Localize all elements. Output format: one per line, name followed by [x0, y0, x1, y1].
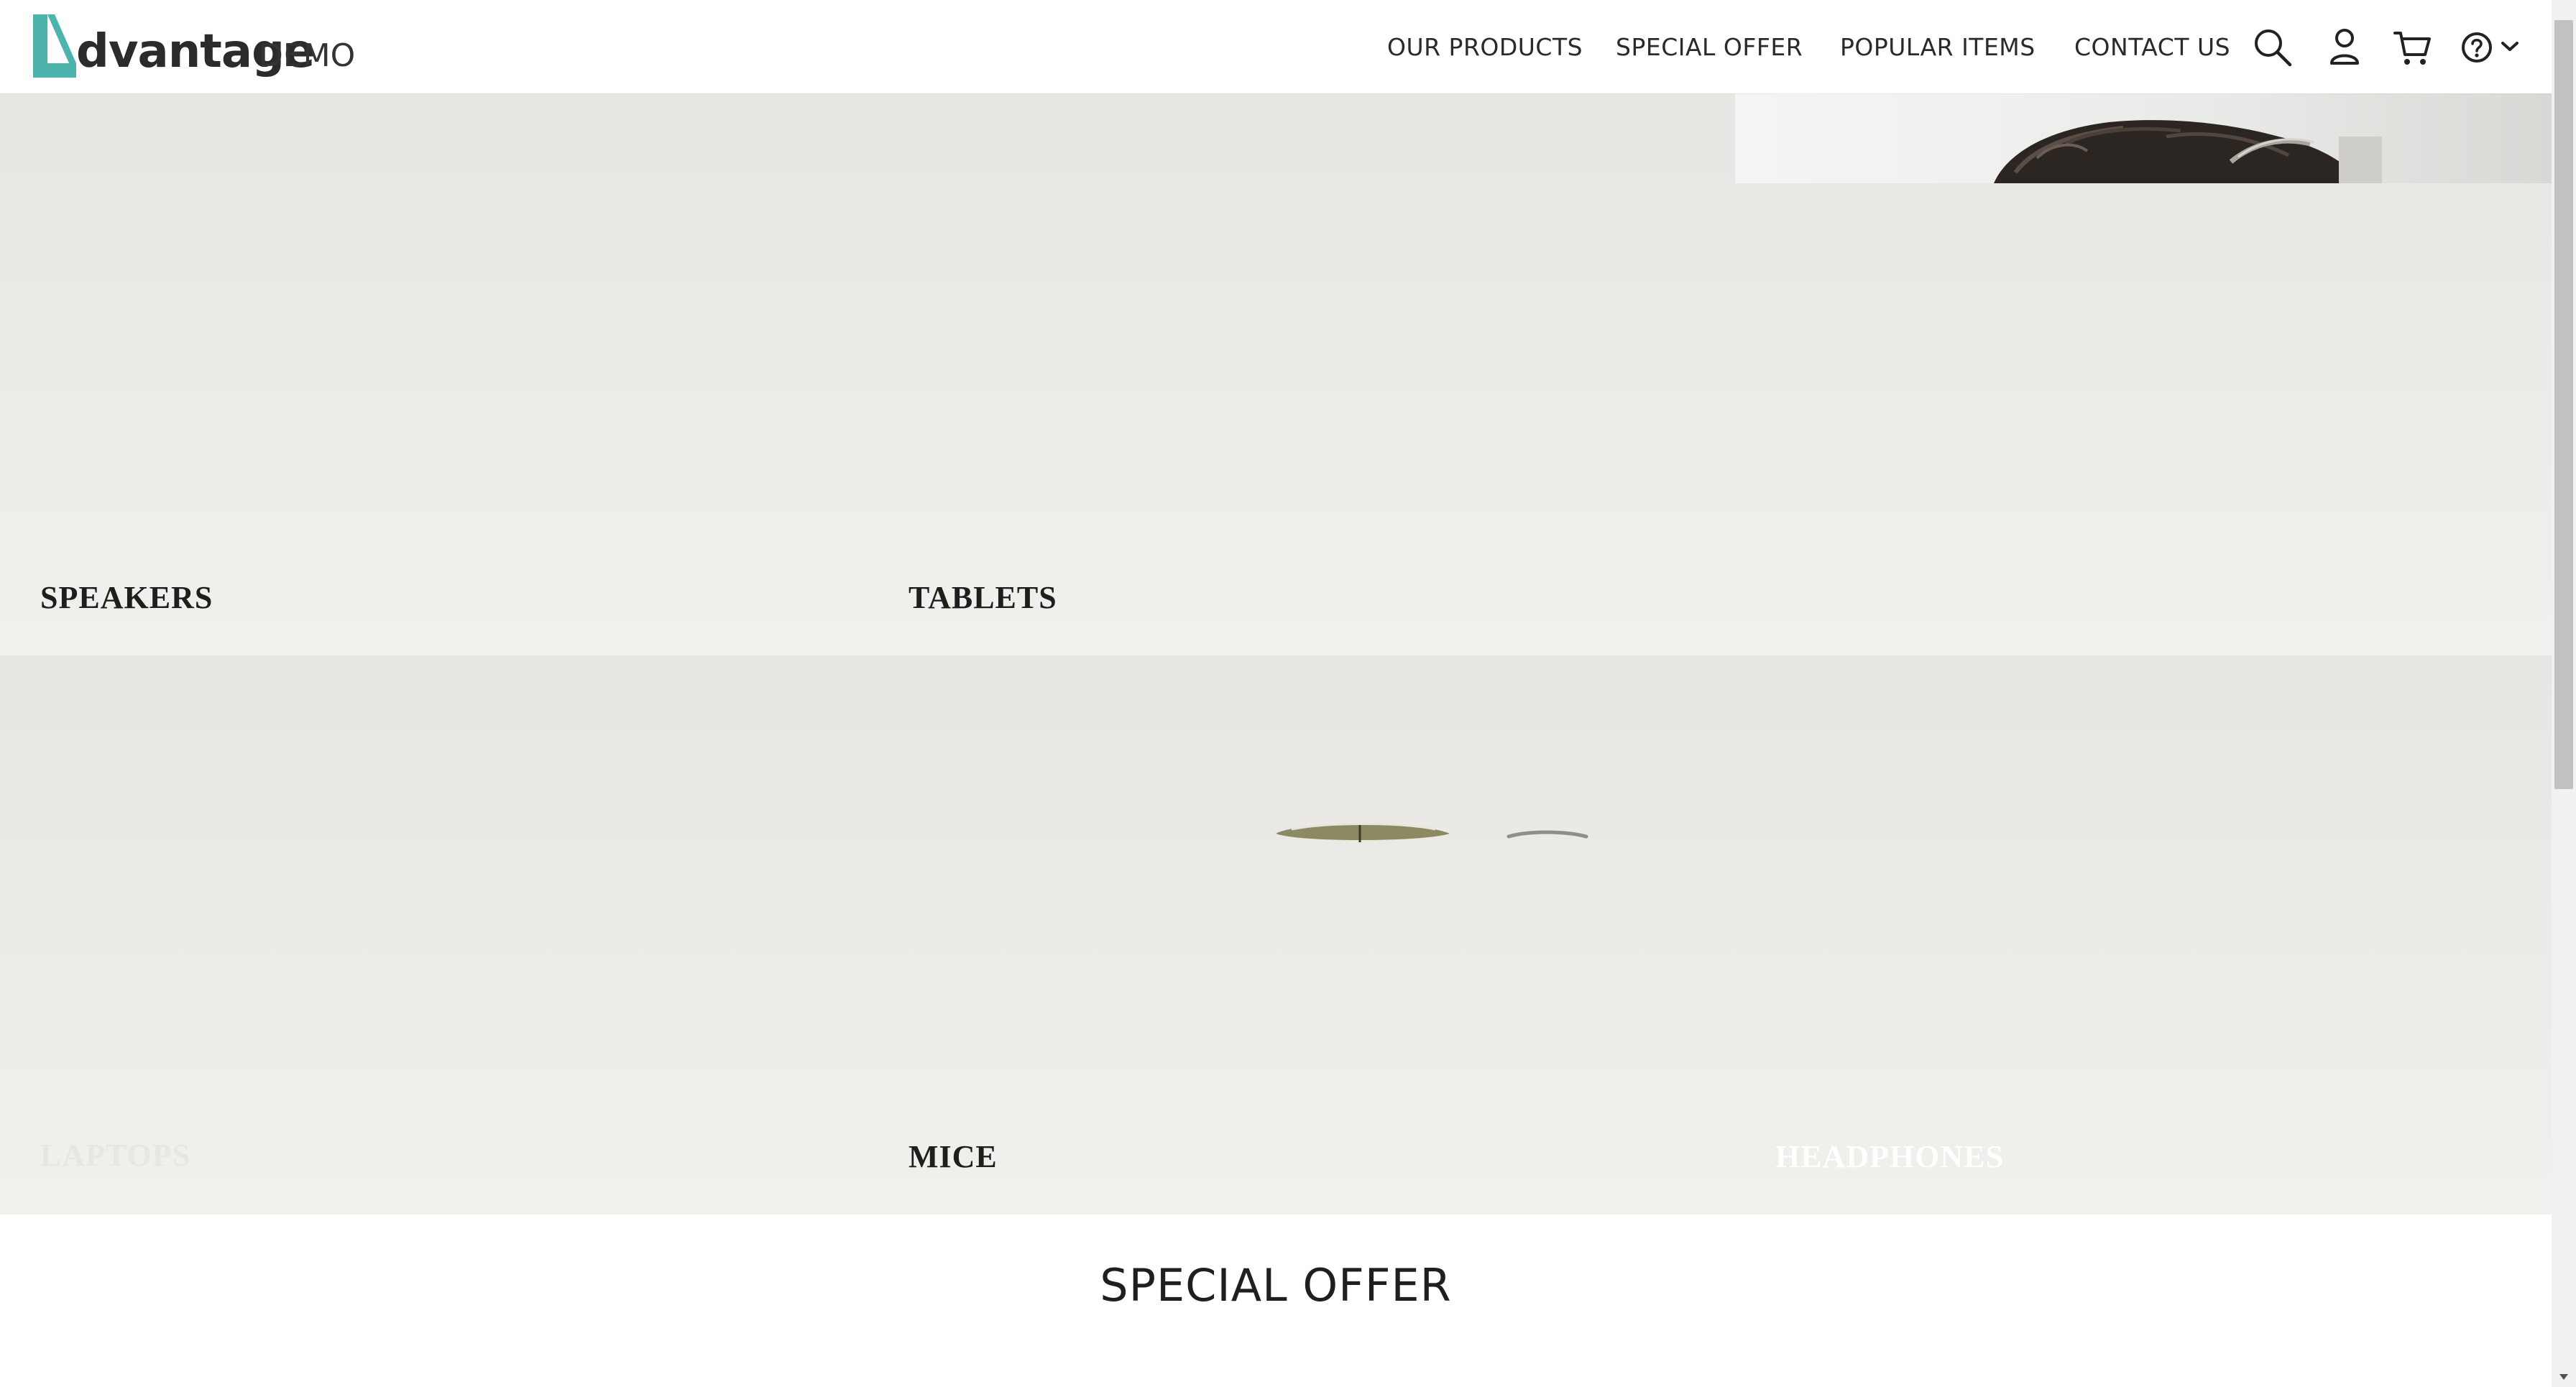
- help-icon: [2462, 32, 2492, 63]
- category-tile-headphones[interactable]: HEADPHONES: [1735, 655, 2552, 1215]
- main-nav: OUR PRODUCTS SPECIAL OFFER POPULAR ITEMS…: [0, 33, 2552, 62]
- nav-popular-items[interactable]: POPULAR ITEMS: [1840, 33, 2036, 62]
- page-scrollbar[interactable]: [2552, 0, 2576, 1387]
- search-icon[interactable]: [2251, 26, 2294, 69]
- special-offer-heading: SPECIAL OFFER: [1100, 1259, 1452, 1312]
- category-grid: SPEAKERS TABLETS LAPTOPS MICE HEADPHONES: [0, 93, 2552, 1215]
- category-label-mice: MICE: [908, 1139, 998, 1174]
- category-label-headphones: HEADPHONES: [1775, 1139, 2005, 1174]
- category-label-laptops: LAPTOPS: [40, 1138, 191, 1173]
- category-tile-laptops[interactable]: LAPTOPS: [0, 655, 868, 1215]
- category-label-speakers: SPEAKERS: [40, 580, 213, 615]
- nav-special-offer[interactable]: SPECIAL OFFER: [1616, 33, 1803, 62]
- help-menu[interactable]: [2458, 26, 2523, 69]
- chevron-down-icon: [2501, 42, 2518, 51]
- category-tile-mice[interactable]: MICE: [868, 655, 1735, 1215]
- category-tile-speakers[interactable]: SPEAKERS: [0, 93, 868, 655]
- mouse-product-image: [1276, 823, 1588, 842]
- user-icon[interactable]: [2323, 26, 2366, 69]
- cart-icon[interactable]: [2391, 26, 2434, 69]
- scroll-down-arrow-icon[interactable]: [2552, 1367, 2576, 1387]
- nav-our-products[interactable]: OUR PRODUCTS: [1387, 33, 1583, 62]
- category-label-tablets: TABLETS: [908, 580, 1057, 615]
- headphones-hero-image: [1735, 93, 2552, 183]
- nav-contact-us[interactable]: CONTACT US: [2074, 33, 2230, 62]
- scrollbar-thumb[interactable]: [2554, 20, 2573, 789]
- site-header: dvantage DEMO OUR PRODUCTS SPECIAL OFFER…: [0, 0, 2552, 93]
